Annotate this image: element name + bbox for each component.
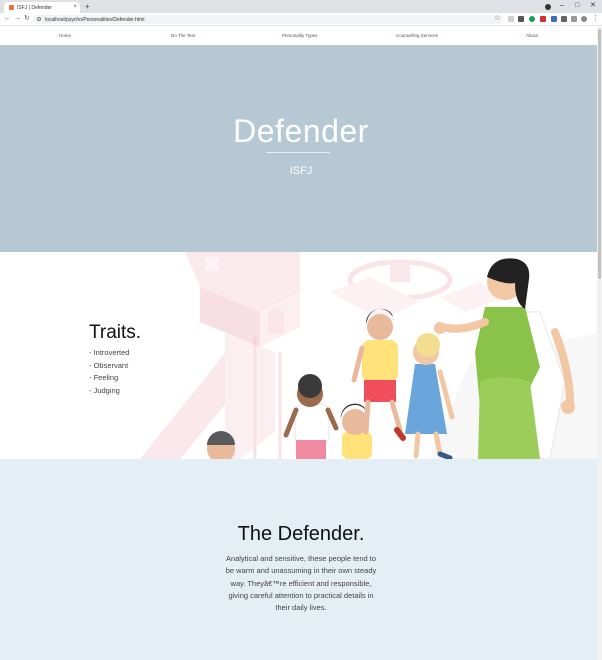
browser-toolbar: ← → ↻ localhost/psycho/Personalities/Def… (0, 13, 602, 26)
hero-title: Defender (233, 113, 369, 149)
url-text: localhost/psycho/Personalities/Defender.… (45, 16, 145, 23)
avatar-icon[interactable] (581, 16, 587, 22)
traits-section: Traits. - Introverted - Observant - Feel… (0, 252, 602, 459)
reload-button[interactable]: ↻ (24, 14, 30, 24)
scrollbar-thumb[interactable] (598, 29, 601, 279)
trait-item: - Introverted (89, 348, 130, 357)
maximize-button[interactable]: □ (575, 1, 579, 10)
description-section: The Defender. Analytical and sensitive, … (0, 459, 602, 660)
extension-icon[interactable] (561, 16, 567, 22)
bookmark-star-icon[interactable]: ☆ (494, 14, 500, 24)
traits-heading: Traits. (89, 322, 142, 343)
playground-house-icon (185, 252, 300, 347)
hero-divider (266, 152, 330, 153)
new-tab-button[interactable]: + (85, 2, 90, 11)
nav-counselling-services[interactable]: Counselling Services (396, 33, 438, 38)
browser-titlebar: ISFJ | Defender × + – □ ✕ (0, 0, 602, 13)
description-heading: The Defender. (237, 523, 365, 545)
minimize-button[interactable]: – (560, 1, 564, 10)
tab-title: ISFJ | Defender (17, 5, 52, 11)
site-nav: Home Do The Test Personality Types Couns… (0, 27, 602, 45)
child-figure-icon (207, 431, 235, 459)
back-button[interactable]: ← (4, 14, 11, 24)
hero-subtitle: ISFJ (289, 165, 313, 177)
site-info-icon[interactable] (37, 17, 41, 21)
trait-item: - Judging (89, 385, 120, 395)
hero-banner: Defender ISFJ (0, 45, 602, 252)
nav-about[interactable]: About (526, 33, 538, 38)
trait-item: - Feeling (89, 373, 119, 382)
extension-icon[interactable] (508, 16, 514, 22)
extension-icon[interactable] (571, 16, 577, 22)
browser-menu-icon[interactable]: ⋮ (592, 14, 599, 24)
playground-swing-icon (330, 259, 505, 320)
nav-personality-types[interactable]: Personality Types (282, 33, 317, 38)
extension-icon[interactable] (551, 16, 557, 22)
address-bar[interactable]: localhost/psycho/Personalities/Defender.… (33, 15, 503, 24)
favicon-icon (9, 5, 14, 10)
close-window-button[interactable]: ✕ (590, 1, 596, 10)
extension-icon[interactable] (529, 16, 535, 22)
extension-icon[interactable] (518, 16, 524, 22)
trait-item: - Observant (89, 360, 129, 370)
child-figure-icon (283, 374, 339, 459)
browser-tab[interactable]: ISFJ | Defender × (4, 2, 80, 13)
nav-home[interactable]: Home (59, 33, 71, 38)
page-scrollbar[interactable] (597, 27, 602, 660)
forward-button[interactable]: → (14, 14, 21, 24)
traits-list: - Introverted - Observant - Feeling - Ju… (89, 347, 129, 397)
close-tab-icon[interactable]: × (73, 4, 77, 10)
extension-icon[interactable] (540, 16, 546, 22)
description-body: Analytical and sensitive, these people t… (225, 554, 377, 613)
nav-do-the-test[interactable]: Do The Test (171, 33, 195, 38)
profile-icon[interactable] (545, 4, 551, 10)
